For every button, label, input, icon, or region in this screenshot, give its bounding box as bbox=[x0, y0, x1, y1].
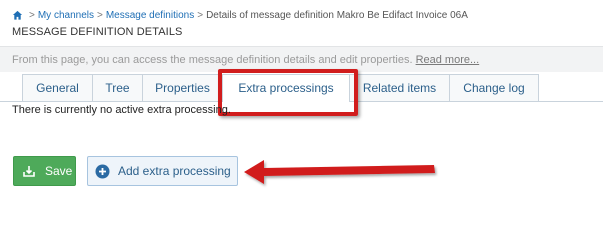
info-bar: From this page, you can access the messa… bbox=[0, 46, 603, 72]
add-extra-processing-label: Add extra processing bbox=[118, 164, 231, 178]
breadcrumb-separator: > bbox=[197, 10, 204, 21]
save-icon bbox=[23, 166, 35, 177]
tab-related-items[interactable]: Related items bbox=[349, 74, 450, 101]
info-text: From this page, you can access the messa… bbox=[12, 54, 413, 66]
save-button-label: Save bbox=[45, 164, 73, 178]
breadcrumb-link-message-definitions[interactable]: Message definitions bbox=[106, 10, 194, 21]
plus-circle-icon bbox=[95, 164, 110, 178]
tab-general[interactable]: General bbox=[22, 74, 93, 101]
breadcrumb-link-my-channels[interactable]: My channels bbox=[38, 10, 94, 21]
breadcrumb: > My channels > Message definitions > De… bbox=[12, 10, 468, 21]
breadcrumb-current: Details of message definition Makro Be E… bbox=[206, 10, 468, 21]
tab-tree[interactable]: Tree bbox=[92, 74, 143, 101]
tab-properties[interactable]: Properties bbox=[142, 74, 223, 101]
tab-change-log[interactable]: Change log bbox=[449, 74, 539, 101]
tab-extra-processings[interactable]: Extra processings bbox=[222, 74, 350, 102]
add-extra-processing-button[interactable]: Add extra processing bbox=[87, 156, 238, 186]
info-text-container: From this page, you can access the messa… bbox=[12, 54, 479, 66]
tab-bar: General Tree Properties Extra processing… bbox=[0, 74, 603, 102]
read-more-link[interactable]: Read more... bbox=[416, 54, 480, 66]
page-title: MESSAGE DEFINITION DETAILS bbox=[12, 26, 183, 38]
save-button[interactable]: Save bbox=[13, 156, 76, 186]
breadcrumb-separator: > bbox=[29, 10, 35, 21]
empty-message: There is currently no active extra proce… bbox=[12, 104, 231, 116]
breadcrumb-separator: > bbox=[96, 10, 103, 21]
annotation-arrow bbox=[244, 160, 435, 184]
home-icon[interactable] bbox=[12, 10, 23, 21]
